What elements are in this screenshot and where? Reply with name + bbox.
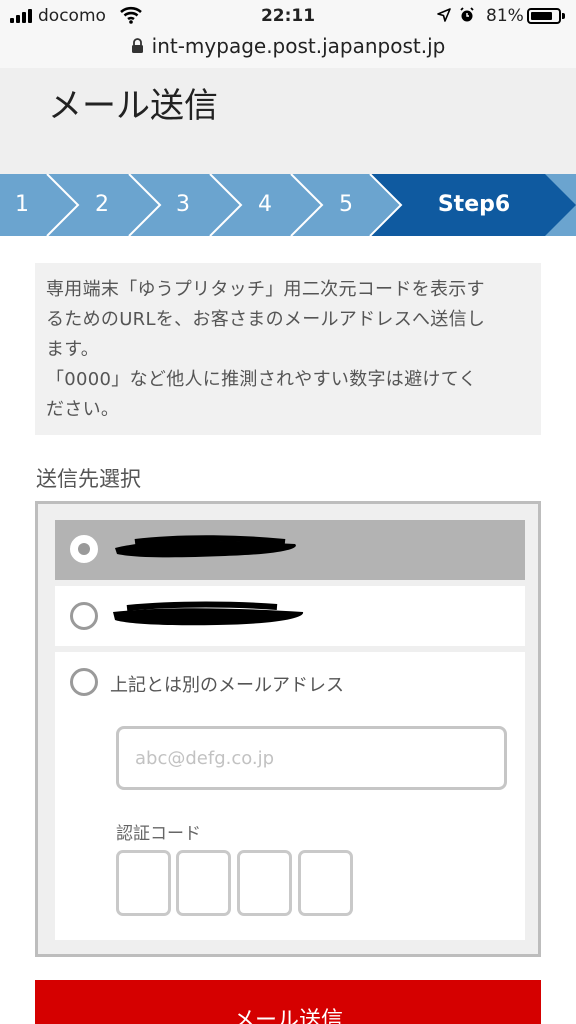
notice-line-2: るためのURLを、お客さまのメールアドレスへ送信し (46, 309, 486, 330)
redacted-email-2 (113, 601, 304, 626)
step-5: 5 (339, 192, 353, 217)
auth-code-digit-1[interactable] (116, 850, 171, 916)
location-icon (437, 8, 451, 22)
alarm-icon (460, 7, 474, 22)
lock-icon (131, 38, 143, 53)
status-bar: docomo 22:11 81% (0, 0, 576, 32)
send-email-button[interactable]: メール送信 (35, 980, 541, 1024)
destination-selector: 上記とは別のメールアドレス 認証コード (35, 501, 541, 957)
page-header: メール送信 (0, 68, 576, 174)
notice-line-1: 専用端末「ゆうプリタッチ」用二次元コードを表示す (46, 279, 485, 300)
url-bar[interactable]: int-mypage.post.japanpost.jp (0, 32, 576, 68)
step-6-active: Step6 (437, 192, 511, 217)
url-text: int-mypage.post.japanpost.jp (151, 34, 446, 58)
notice-box: 専用端末「ゆうプリタッチ」用二次元コードを表示す るためのURLを、お客さまのメ… (35, 263, 541, 435)
destination-label: 送信先選択 (36, 467, 141, 491)
destination-option-3[interactable]: 上記とは別のメールアドレス 認証コード (55, 652, 525, 940)
other-email-label: 上記とは別のメールアドレス (110, 675, 344, 696)
step-1: 1 (15, 192, 29, 217)
notice-line-4: 「0000」など他人に推測されやすい数字は避けてく (46, 369, 477, 390)
page-title: メール送信 (48, 86, 218, 126)
destination-option-2[interactable] (55, 586, 525, 646)
auth-code-digit-3[interactable] (237, 850, 292, 916)
notice-line-3: ます。 (46, 339, 100, 360)
step-progress: 1 2 3 4 5 Step6 (0, 174, 576, 236)
radio-button[interactable] (70, 602, 98, 630)
radio-button[interactable] (70, 668, 98, 696)
radio-button-selected[interactable] (70, 535, 98, 563)
redacted-email-1 (115, 535, 296, 558)
battery-percent: 81% (486, 6, 524, 26)
step-3: 3 (176, 192, 190, 217)
email-input[interactable] (116, 726, 507, 790)
notice-line-5: ださい。 (46, 399, 120, 420)
auth-code-label: 認証コード (116, 824, 201, 844)
destination-option-1[interactable] (55, 520, 525, 580)
auth-code-digit-2[interactable] (176, 850, 231, 916)
step-4: 4 (258, 192, 272, 217)
step-2: 2 (95, 192, 109, 217)
auth-code-digit-4[interactable] (298, 850, 353, 916)
battery-icon (527, 8, 565, 24)
